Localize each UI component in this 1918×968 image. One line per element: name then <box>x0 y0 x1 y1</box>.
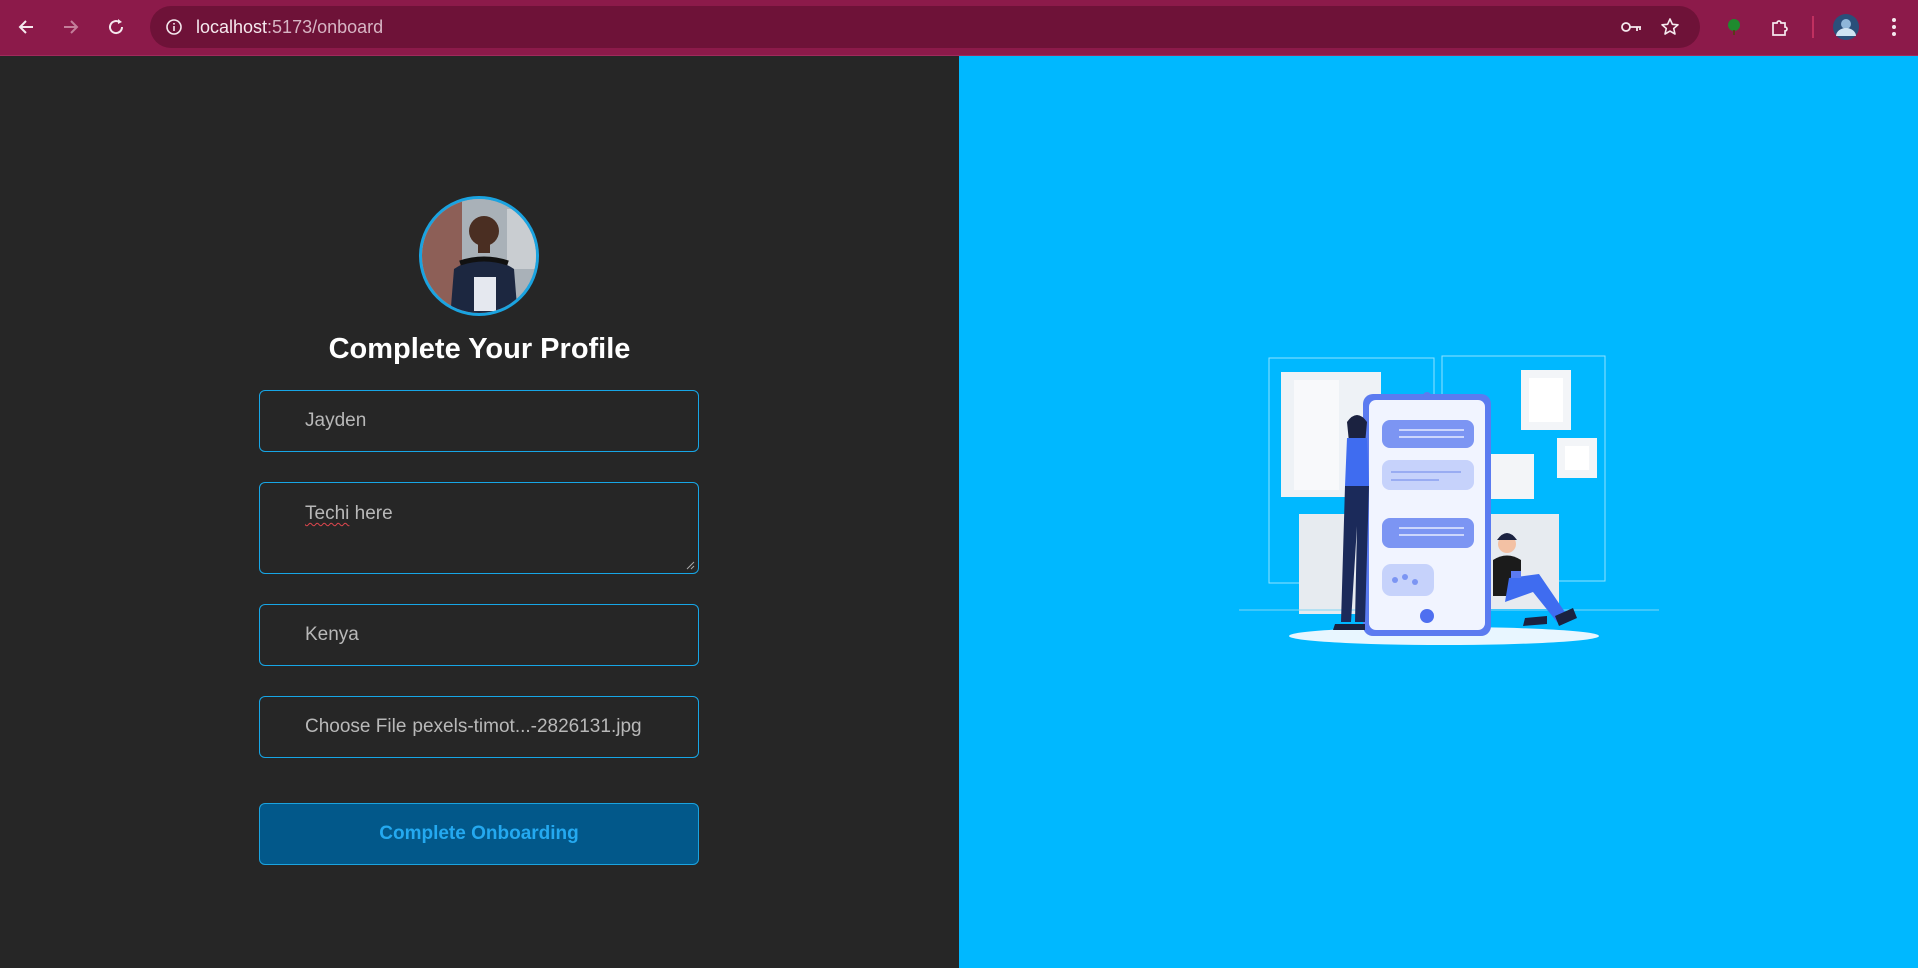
url-path: :5173/onboard <box>267 17 384 37</box>
extensions-puzzle-icon[interactable] <box>1764 11 1796 43</box>
first-name-input[interactable]: Jayden <box>259 390 699 452</box>
illustration-panel <box>959 56 1918 968</box>
resize-handle-icon[interactable] <box>686 561 695 570</box>
chat-illustration <box>1239 355 1659 645</box>
page-title: Complete Your Profile <box>328 333 631 365</box>
country-input[interactable]: Kenya <box>259 604 699 666</box>
bookmark-star-icon[interactable] <box>1658 15 1682 39</box>
profile-photo[interactable] <box>419 196 539 316</box>
password-key-icon[interactable] <box>1620 15 1644 39</box>
selected-file-name: pexels-timot...-2826131.jpg <box>412 716 642 737</box>
bio-textarea[interactable]: Techi here <box>259 482 699 574</box>
forward-arrow-icon[interactable] <box>55 11 87 43</box>
site-info-icon[interactable] <box>162 15 186 39</box>
bio-rest: here <box>349 503 393 524</box>
onboarding-panel: Complete Your Profile Jayden Techi here … <box>0 56 959 968</box>
url-text: localhost:5173/onboard <box>196 17 383 38</box>
url-host: localhost <box>196 17 268 37</box>
browser-toolbar: localhost:5173/onboard <box>0 0 1918 56</box>
profile-avatar[interactable] <box>1830 11 1862 43</box>
complete-onboarding-button[interactable]: Complete Onboarding <box>259 803 699 865</box>
more-menu-icon[interactable] <box>1878 11 1910 43</box>
reload-icon[interactable] <box>100 11 132 43</box>
country-value: Kenya <box>305 624 359 645</box>
back-arrow-icon[interactable] <box>10 11 42 43</box>
address-bar[interactable]: localhost:5173/onboard <box>150 6 1700 48</box>
bio-spellcheck-word: Techi <box>305 503 350 524</box>
first-name-value: Jayden <box>305 410 367 431</box>
extension-tree-icon[interactable] <box>1718 11 1750 43</box>
bio-value: Techi here <box>305 503 393 525</box>
photo-file-input[interactable]: Choose File pexels-timot...-2826131.jpg <box>259 696 699 758</box>
choose-file-button[interactable]: Choose File <box>305 716 406 738</box>
toolbar-divider <box>1812 16 1814 38</box>
